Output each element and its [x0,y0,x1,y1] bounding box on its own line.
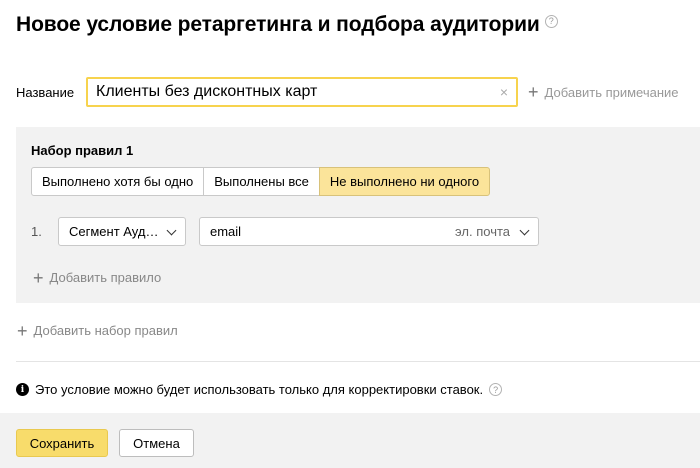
match-mode-all[interactable]: Выполнены все [203,167,320,196]
rule-value-select[interactable]: email эл. почта [199,217,539,246]
add-note-label: Добавить примечание [544,84,679,100]
divider [16,361,700,362]
footer: Сохранить Отмена [0,413,700,468]
notice-text: Это условие можно будет использовать тол… [35,382,484,397]
chevron-down-icon [519,225,530,236]
notice: i Это условие можно будет использовать т… [16,382,503,397]
match-mode-any[interactable]: Выполнено хотя бы одно [31,167,205,196]
plus-icon: + [17,320,28,341]
help-icon[interactable]: ? [489,383,503,396]
cancel-button[interactable]: Отмена [119,429,194,457]
save-button[interactable]: Сохранить [16,429,108,457]
rule-type-select[interactable]: Сегмент Ауд… [58,217,186,246]
add-ruleset-label: Добавить набор правил [33,323,178,338]
ruleset-panel: Набор правил 1 Выполнено хотя бы одно Вы… [16,127,700,303]
match-mode-none[interactable]: Не выполнено ни одного [318,167,491,196]
add-ruleset-link[interactable]: + Добавить набор правил [17,320,178,341]
name-row: Название × + Добавить примечание [16,77,679,107]
rule-value-hint: эл. почта [455,224,510,239]
add-note-link[interactable]: + Добавить примечание [528,82,679,102]
add-rule-link[interactable]: + Добавить правило [33,267,162,288]
name-label: Название [16,84,75,100]
page-title: Новое условие ретаргетинга и подбора ауд… [16,13,540,36]
help-icon[interactable]: ? [544,15,558,28]
plus-icon: + [33,267,44,288]
info-icon: i [16,383,29,396]
match-mode-toggle: Выполнено хотя бы одно Выполнены все Не … [31,167,491,196]
rule-row: 1. Сегмент Ауд… email эл. почта [31,217,539,246]
name-input-wrapper: × [86,77,518,107]
header: Новое условие ретаргетинга и подбора ауд… [16,11,558,39]
rule-type-value: Сегмент Ауд… [69,224,159,239]
retargeting-condition-dialog: Новое условие ретаргетинга и подбора ауд… [0,0,700,468]
add-rule-label: Добавить правило [49,270,162,285]
ruleset-title: Набор правил 1 [31,143,134,158]
chevron-down-icon [166,225,177,236]
name-input[interactable] [96,83,486,101]
rule-number: 1. [31,224,42,239]
rule-value: email [210,224,242,239]
plus-icon: + [528,82,539,102]
clear-icon[interactable]: × [500,84,508,100]
